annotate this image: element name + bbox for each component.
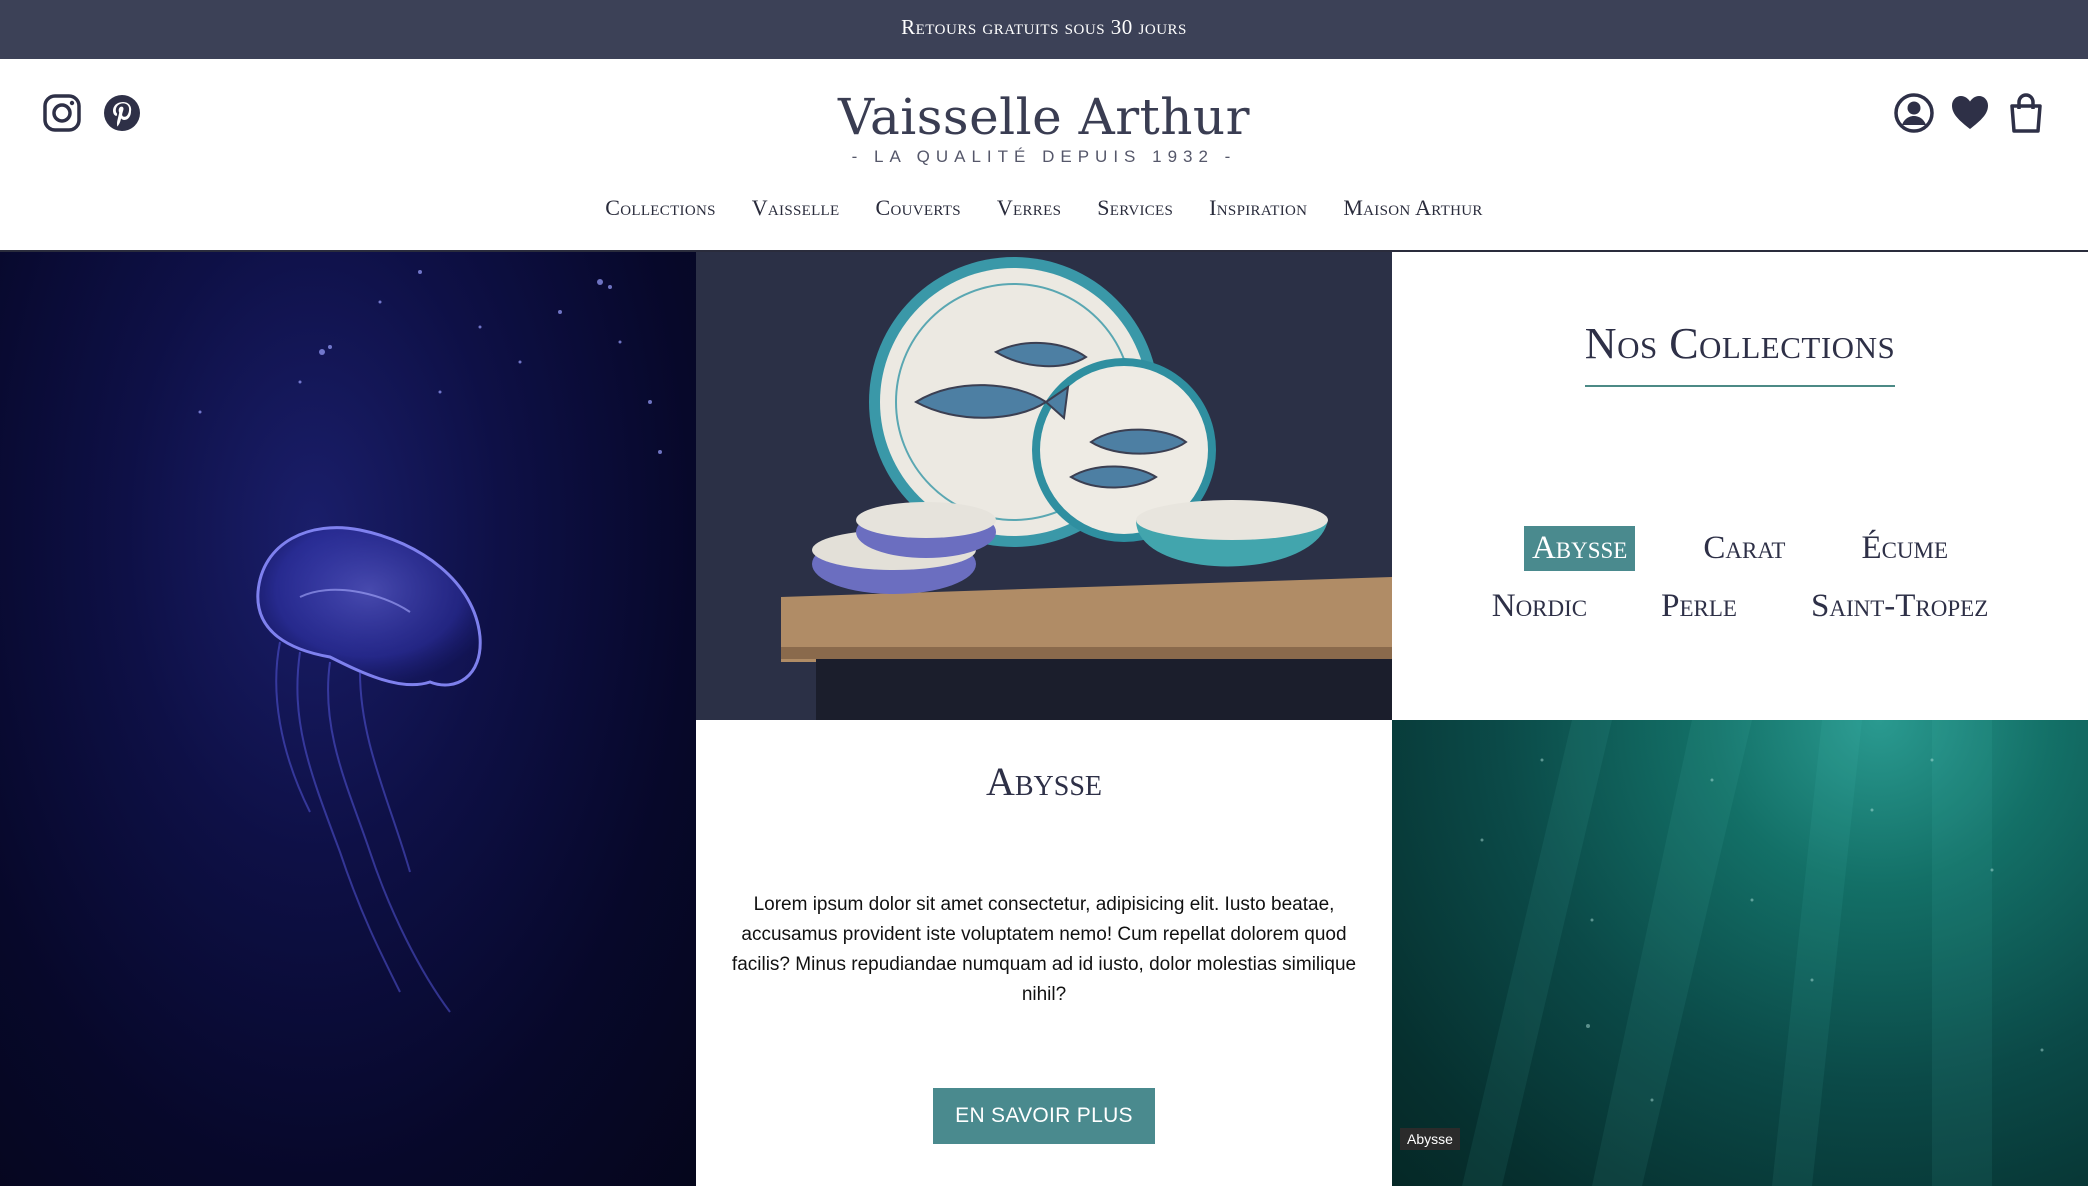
collections-panel: Nos Collections Abysse Carat Écume Nordi… bbox=[1392, 252, 2088, 720]
collection-perle[interactable]: Perle bbox=[1653, 584, 1745, 629]
nav-item-inspiration[interactable]: Inspiration bbox=[1209, 195, 1307, 221]
site-header: Vaisselle Arthur - LA QUALITÉ DEPUIS 193… bbox=[0, 59, 2088, 252]
collection-ecume[interactable]: Écume bbox=[1853, 526, 1956, 571]
collection-abysse[interactable]: Abysse bbox=[1523, 526, 1636, 571]
nav-item-services[interactable]: Services bbox=[1097, 195, 1173, 221]
underwater-image: Abysse bbox=[1392, 720, 2088, 1186]
jellyfish-illustration bbox=[198, 270, 662, 1013]
account-icon[interactable] bbox=[1892, 91, 1936, 135]
brand-subtitle: - LA QUALITÉ DEPUIS 1932 - bbox=[851, 147, 1237, 166]
collections-row-1: Abysse Carat Écume bbox=[1392, 526, 2088, 571]
feature-title: Abysse bbox=[985, 759, 1103, 804]
user-actions bbox=[1892, 91, 2048, 135]
announcement-bar: Retours gratuits sous 30 jours bbox=[0, 0, 2088, 59]
announcement-text: Retours gratuits sous 30 jours bbox=[901, 15, 1187, 39]
nav-item-maison-arthur[interactable]: Maison Arthur bbox=[1343, 195, 1482, 221]
feature-panel: Abysse Lorem ipsum dolor sit amet consec… bbox=[696, 720, 1392, 1186]
image-caption: Abysse bbox=[1400, 1128, 1460, 1150]
brand[interactable]: Vaisselle Arthur - LA QUALITÉ DEPUIS 193… bbox=[0, 85, 2088, 167]
plates-illustration bbox=[696, 252, 1392, 720]
collection-nordic[interactable]: Nordic bbox=[1484, 584, 1595, 629]
nav-item-verres[interactable]: Verres bbox=[997, 195, 1061, 221]
learn-more-button[interactable]: EN SAVOIR PLUS bbox=[933, 1088, 1155, 1144]
underwater-light-rays bbox=[1462, 720, 2044, 1186]
nav-item-collections[interactable]: Collections bbox=[605, 195, 715, 221]
collections-title: Nos Collections bbox=[1584, 319, 1896, 368]
brand-title[interactable]: Vaisselle Arthur bbox=[0, 85, 2088, 149]
wishlist-heart-icon[interactable] bbox=[1948, 91, 1992, 135]
main-nav: Collections Vaisselle Couverts Verres Se… bbox=[0, 195, 2088, 221]
nav-item-vaisselle[interactable]: Vaisselle bbox=[752, 195, 840, 221]
tableware-image bbox=[696, 252, 1392, 720]
collections-divider bbox=[1585, 385, 1895, 387]
collection-saint-tropez[interactable]: Saint-Tropez bbox=[1803, 584, 1996, 629]
collections-row-2: Nordic Perle Saint-Tropez bbox=[1392, 584, 2088, 629]
nav-item-couverts[interactable]: Couverts bbox=[876, 195, 961, 221]
collection-carat[interactable]: Carat bbox=[1695, 526, 1793, 571]
feature-description: Lorem ipsum dolor sit amet consectetur, … bbox=[731, 894, 1357, 1005]
cart-bag-icon[interactable] bbox=[2004, 91, 2048, 135]
jellyfish-image bbox=[0, 252, 696, 1186]
